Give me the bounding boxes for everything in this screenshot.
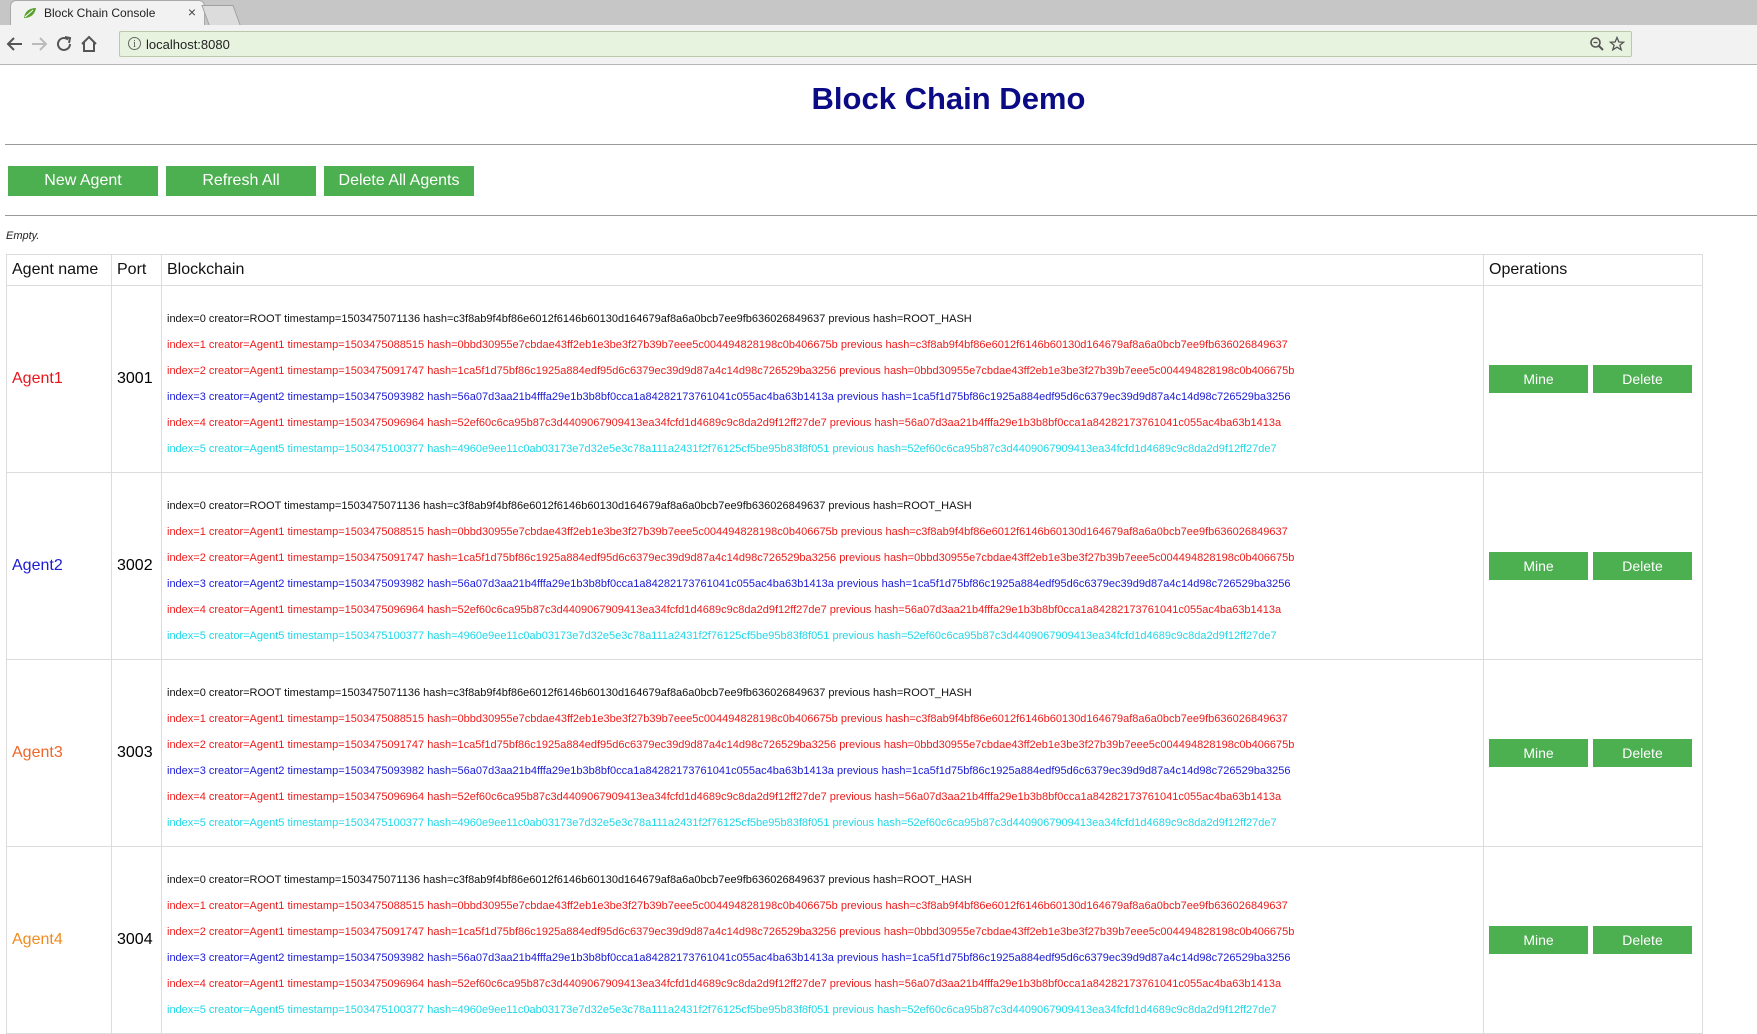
agent-name-cell: Agent3 (6, 659, 112, 847)
block-entry: index=2 creator=Agent1 timestamp=1503475… (167, 364, 1295, 377)
header-port: Port (111, 254, 162, 286)
browser-tab-strip: Block Chain Console × (0, 0, 1757, 25)
block-entry: index=4 creator=Agent1 timestamp=1503475… (167, 416, 1282, 429)
page-title: Block Chain Demo (811, 81, 1086, 116)
block-entry: index=2 creator=Agent1 timestamp=1503475… (167, 551, 1295, 564)
block-entry: index=3 creator=Agent2 timestamp=1503475… (167, 951, 1291, 964)
agent-name-cell: Agent1 (6, 285, 112, 473)
divider (5, 215, 1757, 216)
new-tab-button[interactable] (201, 5, 241, 25)
block-entry: index=5 creator=Agent5 timestamp=1503475… (167, 629, 1277, 642)
mine-button[interactable]: Mine (1489, 926, 1588, 954)
block-entry: index=1 creator=Agent1 timestamp=1503475… (167, 338, 1288, 351)
block-entry: index=1 creator=Agent1 timestamp=1503475… (167, 525, 1288, 538)
operations-cell: Mine Delete (1483, 846, 1703, 1034)
block-entry: index=5 creator=Agent5 timestamp=1503475… (167, 442, 1277, 455)
agent-name: Agent3 (12, 744, 63, 761)
info-icon[interactable]: i (128, 37, 141, 50)
mine-button[interactable]: Mine (1489, 552, 1588, 580)
operations-cell: Mine Delete (1483, 472, 1703, 660)
block-entry: index=1 creator=Agent1 timestamp=1503475… (167, 712, 1288, 725)
reload-icon[interactable] (53, 33, 75, 55)
agent-port: 3004 (111, 846, 162, 1034)
blockchain-cell: index=0 creator=ROOT timestamp=150347507… (161, 659, 1484, 847)
agent-name: Agent4 (12, 931, 63, 948)
agents-table: Agent name Port Blockchain Operations Ag… (6, 254, 1703, 1034)
block-entry: index=0 creator=ROOT timestamp=150347507… (167, 873, 972, 886)
table-header-row: Agent name Port Blockchain Operations (6, 254, 1703, 286)
blockchain-cell: index=0 creator=ROOT timestamp=150347507… (161, 472, 1484, 660)
block-entry: index=0 creator=ROOT timestamp=150347507… (167, 312, 972, 325)
header-operations: Operations (1483, 254, 1703, 286)
leaf-favicon-icon (24, 8, 36, 18)
operations-cell: Mine Delete (1483, 659, 1703, 847)
browser-toolbar: i localhost:8080 (0, 25, 1757, 65)
back-arrow-icon[interactable] (4, 33, 26, 55)
agents-table-body: Agent1 3001 index=0 creator=ROOT timestamp… (6, 285, 1703, 1034)
status-message: Empty. (6, 230, 40, 242)
divider (5, 144, 1757, 145)
delete-button[interactable]: Delete (1593, 739, 1692, 767)
new-agent-button[interactable]: New Agent (8, 166, 158, 196)
delete-button[interactable]: Delete (1593, 552, 1692, 580)
table-row: Agent2 3002 index=0 creator=ROOT timestamp… (6, 472, 1703, 660)
tab-title: Block Chain Console (44, 6, 156, 20)
zoom-icon[interactable] (1589, 36, 1605, 52)
block-entry: index=4 creator=Agent1 timestamp=1503475… (167, 603, 1282, 616)
browser-tab[interactable]: Block Chain Console × (10, 0, 205, 25)
block-entry: index=0 creator=ROOT timestamp=150347507… (167, 686, 972, 699)
agent-port: 3002 (111, 472, 162, 660)
agent-name: Agent1 (12, 370, 63, 387)
refresh-all-button[interactable]: Refresh All (166, 166, 316, 196)
star-icon[interactable] (1609, 36, 1625, 52)
block-entry: index=1 creator=Agent1 timestamp=1503475… (167, 899, 1288, 912)
mine-button[interactable]: Mine (1489, 365, 1588, 393)
table-row: Agent3 3003 index=0 creator=ROOT timestamp… (6, 659, 1703, 847)
agent-name-cell: Agent4 (6, 846, 112, 1034)
header-agent-name: Agent name (6, 254, 112, 286)
block-entry: index=2 creator=Agent1 timestamp=1503475… (167, 738, 1295, 751)
delete-button[interactable]: Delete (1593, 926, 1692, 954)
url-text: localhost:8080 (146, 37, 230, 52)
block-entry: index=2 creator=Agent1 timestamp=1503475… (167, 925, 1295, 938)
agent-port: 3003 (111, 659, 162, 847)
operations-cell: Mine Delete (1483, 285, 1703, 473)
agent-name: Agent2 (12, 557, 63, 574)
table-row: Agent4 3004 index=0 creator=ROOT timestamp… (6, 846, 1703, 1034)
block-entry: index=3 creator=Agent2 timestamp=1503475… (167, 764, 1291, 777)
agent-name-cell: Agent2 (6, 472, 112, 660)
home-icon[interactable] (78, 33, 100, 55)
table-row: Agent1 3001 index=0 creator=ROOT timestamp… (6, 285, 1703, 473)
block-entry: index=4 creator=Agent1 timestamp=1503475… (167, 977, 1282, 990)
forward-arrow-icon[interactable] (28, 33, 50, 55)
header-blockchain: Blockchain (161, 254, 1484, 286)
block-entry: index=5 creator=Agent5 timestamp=1503475… (167, 1003, 1277, 1016)
block-entry: index=3 creator=Agent2 timestamp=1503475… (167, 390, 1291, 403)
block-entry: index=0 creator=ROOT timestamp=150347507… (167, 499, 972, 512)
agent-port: 3001 (111, 285, 162, 473)
blockchain-cell: index=0 creator=ROOT timestamp=150347507… (161, 846, 1484, 1034)
delete-button[interactable]: Delete (1593, 365, 1692, 393)
block-entry: index=5 creator=Agent5 timestamp=1503475… (167, 816, 1277, 829)
delete-all-agents-button[interactable]: Delete All Agents (324, 166, 474, 196)
block-entry: index=4 creator=Agent1 timestamp=1503475… (167, 790, 1282, 803)
blockchain-cell: index=0 creator=ROOT timestamp=150347507… (161, 285, 1484, 473)
address-bar[interactable]: i localhost:8080 (119, 31, 1632, 57)
tab-close-button[interactable]: × (188, 4, 196, 20)
block-entry: index=3 creator=Agent2 timestamp=1503475… (167, 577, 1291, 590)
mine-button[interactable]: Mine (1489, 739, 1588, 767)
